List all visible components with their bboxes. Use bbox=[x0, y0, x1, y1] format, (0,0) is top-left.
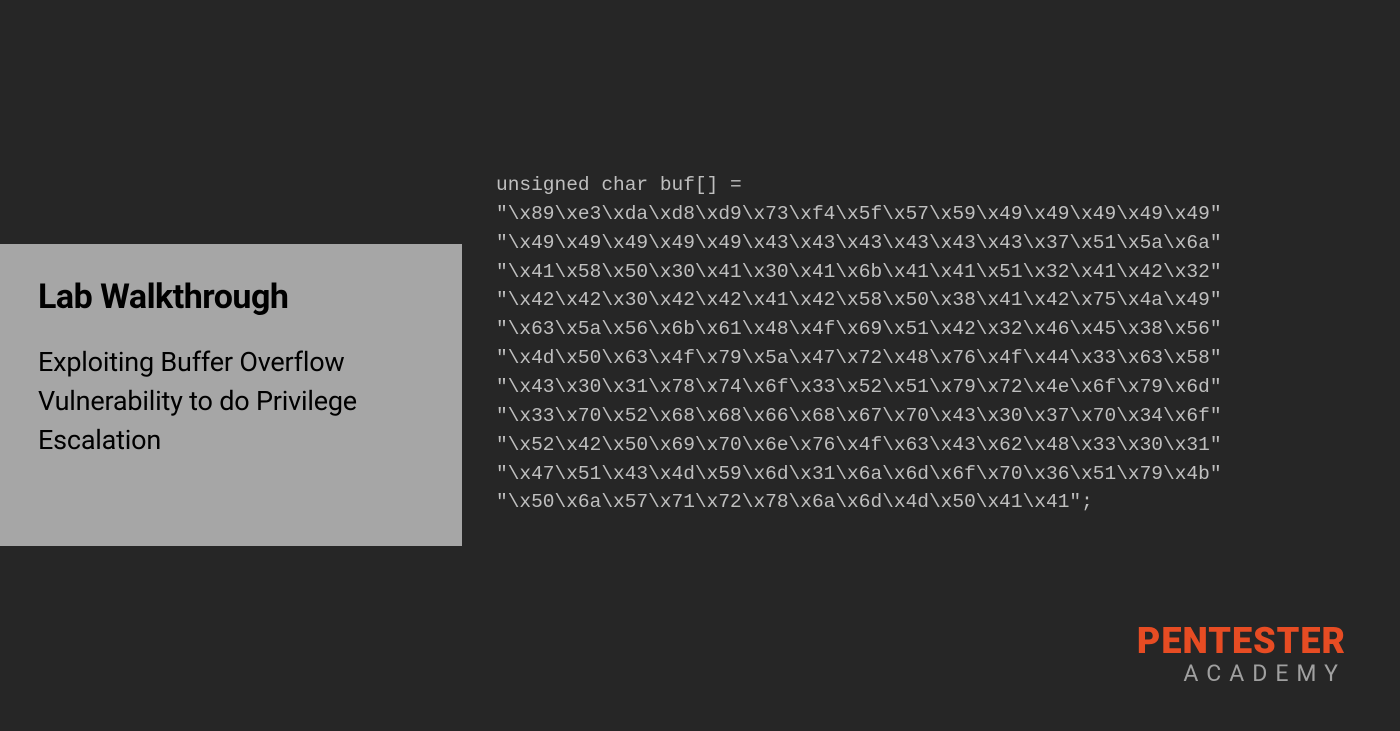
card-subheading: Exploiting Buffer Overflow Vulnerability… bbox=[38, 343, 422, 460]
brand-logo: PENTESTER ACADEMY bbox=[1137, 623, 1346, 687]
brand-sub: ACADEMY bbox=[1137, 661, 1346, 687]
code-block: unsigned char buf[] = "\x89\xe3\xda\xd8\… bbox=[496, 171, 1364, 517]
title-card: Lab Walkthrough Exploiting Buffer Overfl… bbox=[0, 244, 462, 546]
card-heading: Lab Walkthrough bbox=[38, 278, 422, 317]
brand-main: PENTESTER bbox=[1137, 623, 1346, 659]
